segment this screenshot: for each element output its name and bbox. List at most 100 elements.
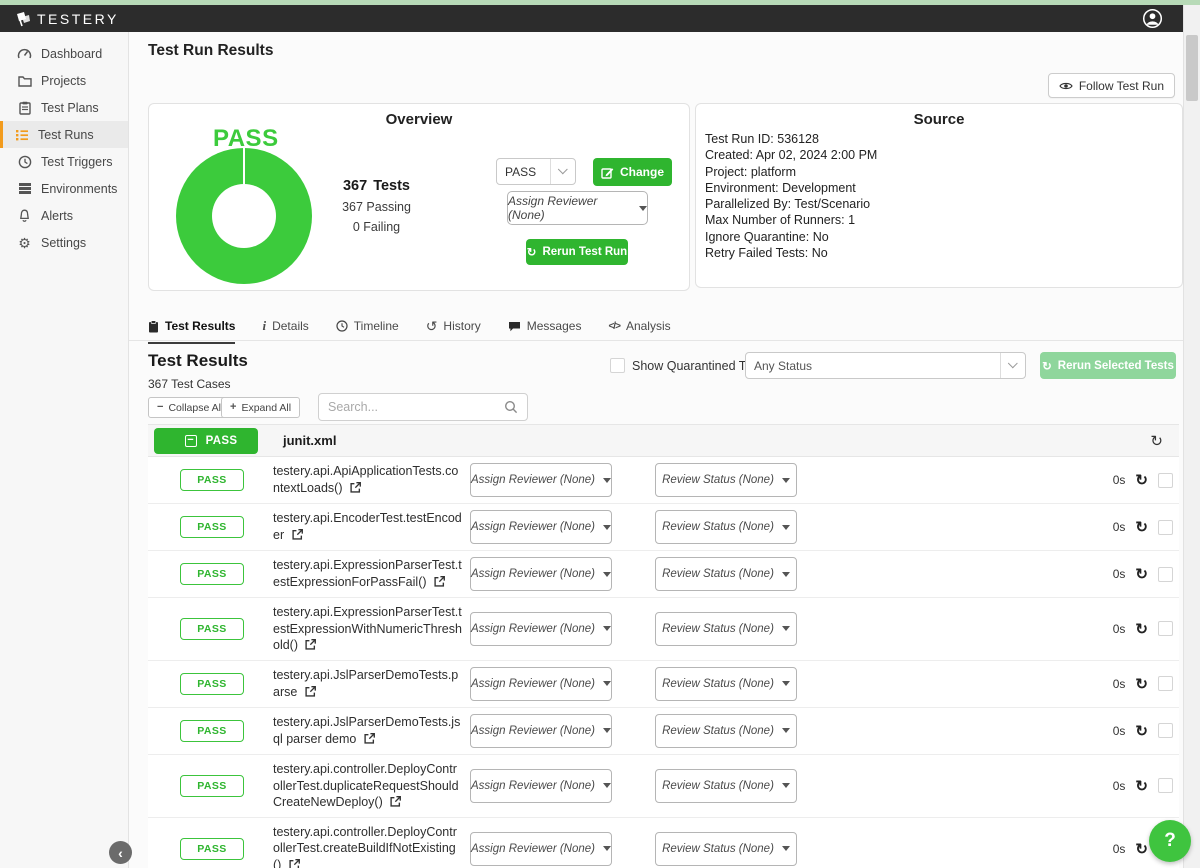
- review-status-label: Review Status (None): [662, 521, 774, 533]
- review-status-select[interactable]: Review Status (None): [655, 612, 797, 646]
- brand-logo[interactable]: TESTERY: [14, 10, 119, 28]
- source-field: Project: platform: [705, 164, 1173, 180]
- group-collapse-button[interactable]: − PASS: [154, 428, 258, 454]
- caret-down-icon: [603, 728, 611, 733]
- assign-reviewer-select[interactable]: Assign Reviewer (None): [507, 191, 648, 225]
- external-link-icon[interactable]: [305, 639, 316, 650]
- review-status-select[interactable]: Review Status (None): [655, 557, 797, 591]
- help-button[interactable]: ?: [1149, 820, 1191, 862]
- collapse-all-button[interactable]: − Collapse All: [148, 397, 232, 418]
- sidebar-item-alerts[interactable]: Alerts: [0, 202, 128, 229]
- assign-reviewer-select[interactable]: Assign Reviewer (None): [470, 612, 612, 646]
- caret-down-icon: [639, 206, 647, 211]
- test-status-badge: PASS: [180, 720, 244, 742]
- row-checkbox[interactable]: [1158, 567, 1173, 582]
- sidebar-item-projects[interactable]: Projects: [0, 67, 128, 94]
- sidebar-item-test-plans[interactable]: Test Plans: [0, 94, 128, 121]
- test-row: PASS testery.api.ExpressionParserTest.te…: [148, 551, 1179, 598]
- review-status-select[interactable]: Review Status (None): [655, 769, 797, 803]
- tab-label: Details: [272, 319, 309, 333]
- test-row: PASS testery.api.controller.DeployContro…: [148, 755, 1179, 818]
- sidebar-item-test-triggers[interactable]: Test Triggers: [0, 148, 128, 175]
- user-account-button[interactable]: [1142, 8, 1163, 29]
- tab-history[interactable]: ↺ History: [426, 318, 481, 344]
- assign-reviewer-select[interactable]: Assign Reviewer (None): [470, 832, 612, 866]
- sidebar: Dashboard Projects Test Plans Test Runs …: [0, 32, 129, 868]
- sidebar-collapse-button[interactable]: ‹: [109, 841, 132, 864]
- sidebar-item-environments[interactable]: Environments: [0, 175, 128, 202]
- external-link-icon[interactable]: [390, 796, 401, 807]
- duration-label: 0s: [1113, 520, 1126, 534]
- tab-label: Test Results: [165, 319, 235, 333]
- sidebar-item-test-runs[interactable]: Test Runs: [0, 121, 128, 148]
- eye-icon: [1059, 81, 1073, 91]
- row-checkbox[interactable]: [1158, 473, 1173, 488]
- sidebar-item-dashboard[interactable]: Dashboard: [0, 40, 128, 67]
- assign-reviewer-select[interactable]: Assign Reviewer (None): [470, 667, 612, 701]
- rerun-group-icon[interactable]: ↻: [1150, 432, 1163, 450]
- external-link-icon[interactable]: [289, 859, 300, 868]
- sidebar-item-settings[interactable]: ⚙ Settings: [0, 229, 128, 256]
- rerun-selected-tests-button[interactable]: ↻ Rerun Selected Tests: [1040, 352, 1176, 379]
- follow-test-run-button[interactable]: Follow Test Run: [1048, 73, 1175, 98]
- rerun-test-icon[interactable]: ↻: [1135, 471, 1148, 489]
- scrollbar-thumb[interactable]: [1186, 35, 1198, 101]
- assign-reviewer-select[interactable]: Assign Reviewer (None): [470, 510, 612, 544]
- clock-icon: [17, 155, 32, 169]
- review-status-label: Review Status (None): [662, 678, 774, 690]
- clipboard-icon: [148, 320, 159, 333]
- refresh-icon: ↻: [1042, 359, 1052, 373]
- external-link-icon[interactable]: [305, 686, 316, 697]
- assign-reviewer-label: Assign Reviewer (None): [471, 521, 595, 533]
- row-checkbox[interactable]: [1158, 778, 1173, 793]
- tab-messages[interactable]: Messages: [508, 318, 582, 344]
- show-quarantined-checkbox[interactable]: [610, 358, 625, 373]
- assign-reviewer-select[interactable]: Assign Reviewer (None): [470, 463, 612, 497]
- tab-timeline[interactable]: Timeline: [336, 318, 399, 344]
- expand-all-button[interactable]: + Expand All: [221, 397, 300, 418]
- row-checkbox[interactable]: [1158, 520, 1173, 535]
- tab-analysis[interactable]: </> Analysis: [608, 318, 670, 344]
- rerun-test-icon[interactable]: ↻: [1135, 675, 1148, 693]
- search-input[interactable]: [328, 400, 504, 414]
- vertical-scrollbar[interactable]: [1183, 5, 1200, 868]
- rerun-test-icon[interactable]: ↻: [1135, 840, 1148, 858]
- change-status-button[interactable]: Change: [593, 158, 672, 186]
- group-status-label: PASS: [206, 435, 238, 447]
- assign-reviewer-select[interactable]: Assign Reviewer (None): [470, 557, 612, 591]
- review-status-select[interactable]: Review Status (None): [655, 714, 797, 748]
- source-field: Environment: Development: [705, 180, 1173, 196]
- status-filter-select[interactable]: Any Status: [745, 352, 1026, 379]
- test-row: PASS testery.api.EncoderTest.testEncoder…: [148, 504, 1179, 551]
- rerun-test-icon[interactable]: ↻: [1135, 620, 1148, 638]
- review-status-label: Review Status (None): [662, 568, 774, 580]
- external-link-icon[interactable]: [350, 482, 361, 493]
- rerun-test-icon[interactable]: ↻: [1135, 518, 1148, 536]
- tab-details[interactable]: i Details: [262, 318, 308, 344]
- row-checkbox[interactable]: [1158, 676, 1173, 691]
- review-status-select[interactable]: Review Status (None): [655, 667, 797, 701]
- row-checkbox[interactable]: [1158, 723, 1173, 738]
- user-icon: [1142, 8, 1163, 29]
- external-link-icon[interactable]: [292, 529, 303, 540]
- source-field: Test Run ID: 536128: [705, 131, 1173, 147]
- review-status-select[interactable]: Review Status (None): [655, 832, 797, 866]
- tab-test-results[interactable]: Test Results: [148, 318, 235, 344]
- rerun-test-icon[interactable]: ↻: [1135, 722, 1148, 740]
- plus-icon: +: [230, 402, 236, 413]
- external-link-icon[interactable]: [364, 733, 375, 744]
- assign-reviewer-select[interactable]: Assign Reviewer (None): [470, 769, 612, 803]
- assign-reviewer-select[interactable]: Assign Reviewer (None): [470, 714, 612, 748]
- review-status-select[interactable]: Review Status (None): [655, 463, 797, 497]
- duration-label: 0s: [1113, 567, 1126, 581]
- test-status-badge: PASS: [180, 838, 244, 860]
- review-status-select[interactable]: Review Status (None): [655, 510, 797, 544]
- external-link-icon[interactable]: [434, 576, 445, 587]
- search-icon: [504, 400, 518, 414]
- rerun-test-icon[interactable]: ↻: [1135, 565, 1148, 583]
- rerun-test-run-button[interactable]: ↻ Rerun Test Run: [526, 239, 628, 265]
- rerun-test-icon[interactable]: ↻: [1135, 777, 1148, 795]
- edit-icon: [601, 166, 614, 179]
- status-select[interactable]: PASS: [496, 158, 576, 185]
- row-checkbox[interactable]: [1158, 621, 1173, 636]
